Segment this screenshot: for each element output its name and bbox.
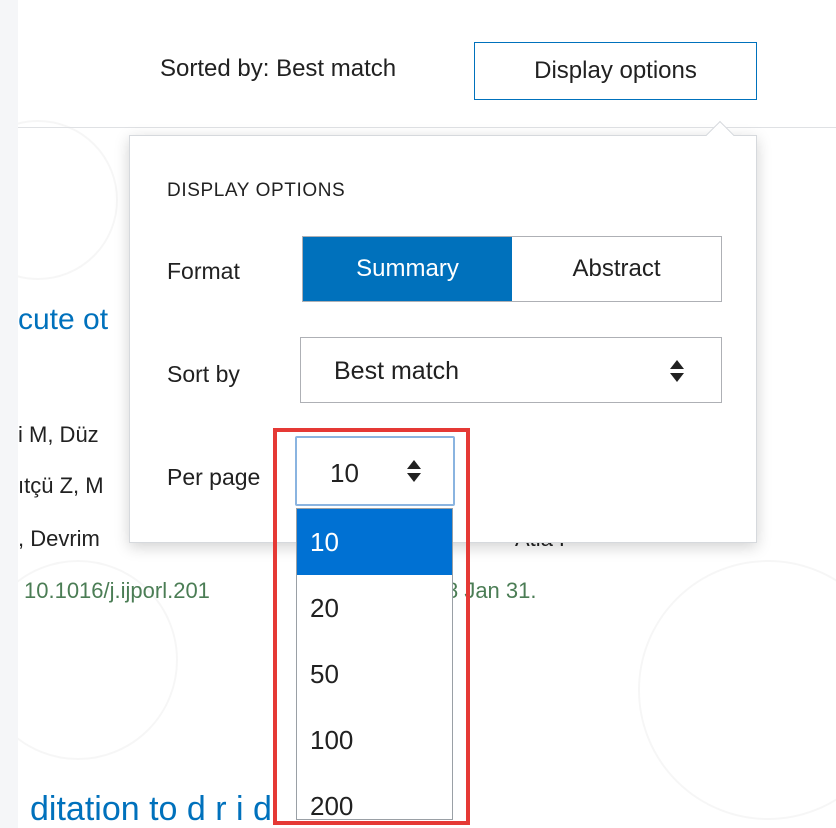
highlight-annotation-box	[273, 428, 470, 825]
per-page-label: Per page	[167, 464, 261, 490]
result-title[interactable]: ditation to d r i d	[30, 790, 272, 828]
result-authors: i M, Düz	[18, 422, 99, 447]
popover-heading: DISPLAY OPTIONS	[167, 180, 346, 201]
format-toggle: Summary Abstract	[302, 236, 722, 302]
result-authors: , Devrim	[18, 526, 100, 551]
result-authors: ıtçü Z, M	[18, 473, 104, 498]
sorted-by-text: Sorted by: Best match	[160, 55, 397, 82]
sort-by-label: Sort by	[167, 361, 240, 387]
citation-doi: 10.1016/j.ijporl.201	[24, 578, 210, 603]
watermark-circle	[638, 560, 836, 820]
watermark-circle	[18, 120, 118, 280]
sort-by-select[interactable]: Best match	[300, 337, 722, 403]
result-title[interactable]: cute ot	[18, 303, 108, 337]
format-summary-button[interactable]: Summary	[303, 237, 512, 301]
sort-arrows-icon	[670, 360, 684, 382]
format-label: Format	[167, 258, 240, 284]
display-options-button[interactable]: Display options	[474, 42, 757, 100]
sort-by-value: Best match	[334, 357, 460, 385]
format-abstract-button[interactable]: Abstract	[512, 237, 721, 301]
